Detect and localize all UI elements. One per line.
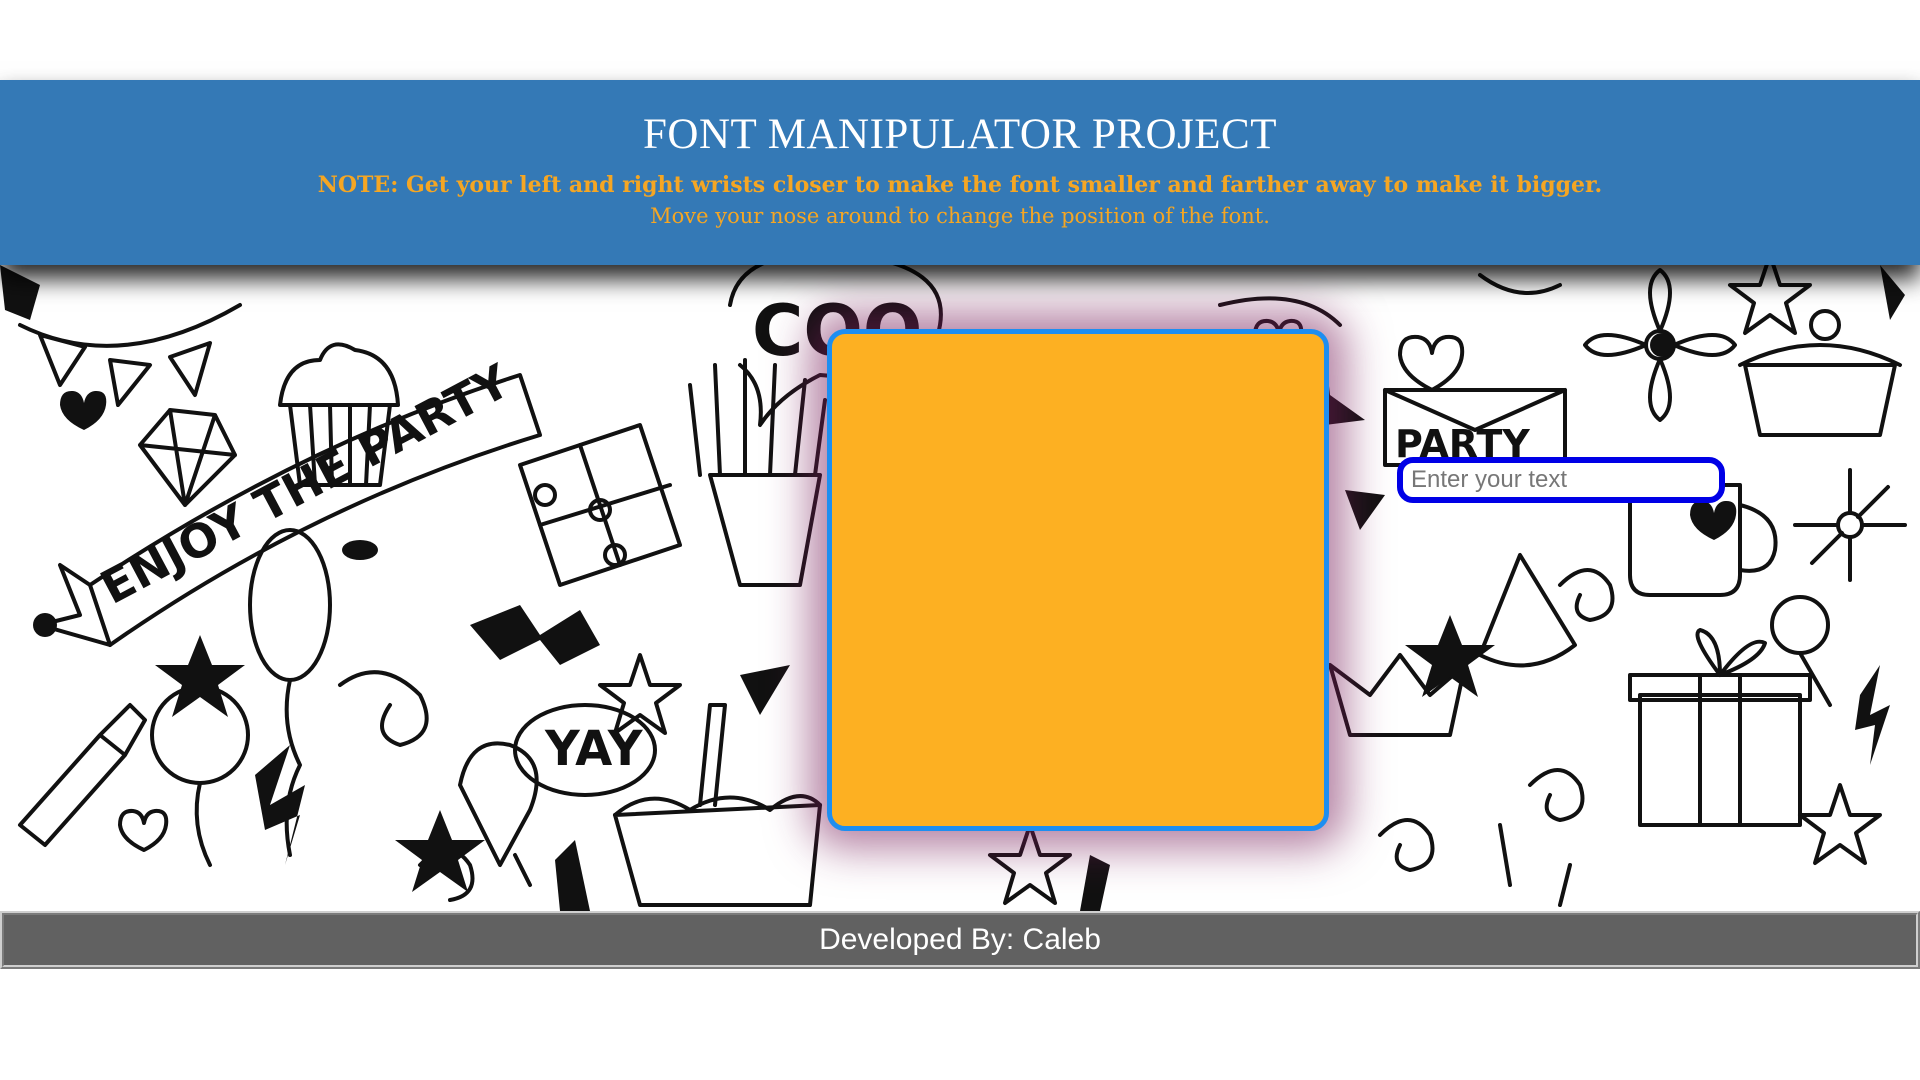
triangle-icon xyxy=(740,665,790,715)
star-icon xyxy=(155,635,245,717)
gift-icon xyxy=(1628,628,1812,827)
page: FONT MANIPULATOR PROJECT NOTE: Get your … xyxy=(0,0,1920,1080)
flower-icon xyxy=(1583,268,1907,582)
zigzag-icon xyxy=(470,605,600,665)
diamond-icon xyxy=(138,408,237,507)
heart-icon xyxy=(1690,500,1737,540)
font-canvas[interactable] xyxy=(827,329,1329,831)
gift-icon xyxy=(518,423,682,587)
cake-icon xyxy=(613,703,822,907)
instruction-note-sub: Move your nose around to change the posi… xyxy=(650,204,1270,228)
footer-credit: Developed By: Caleb xyxy=(819,923,1101,956)
heart-icon xyxy=(60,390,107,430)
sun-icon xyxy=(33,613,57,637)
doodle-text-yay: YAY xyxy=(544,721,644,777)
pizza-icon xyxy=(1478,553,1577,668)
cake-icon xyxy=(1738,309,1902,437)
lightning-icon xyxy=(1855,665,1890,765)
lollipop-icon xyxy=(1770,595,1832,707)
page-title: FONT MANIPULATOR PROJECT xyxy=(642,111,1277,158)
text-input[interactable] xyxy=(1397,457,1725,503)
instruction-note: NOTE: Get your left and right wrists clo… xyxy=(317,172,1603,198)
bottle-icon xyxy=(18,703,147,847)
star-icon xyxy=(0,265,40,320)
footer: Developed By: Caleb xyxy=(0,911,1920,969)
doodle-text-enjoy: ENJOY THE PARTY xyxy=(92,353,519,614)
triangle-icon xyxy=(1345,490,1385,530)
header-banner: FONT MANIPULATOR PROJECT NOTE: Get your … xyxy=(0,80,1920,265)
